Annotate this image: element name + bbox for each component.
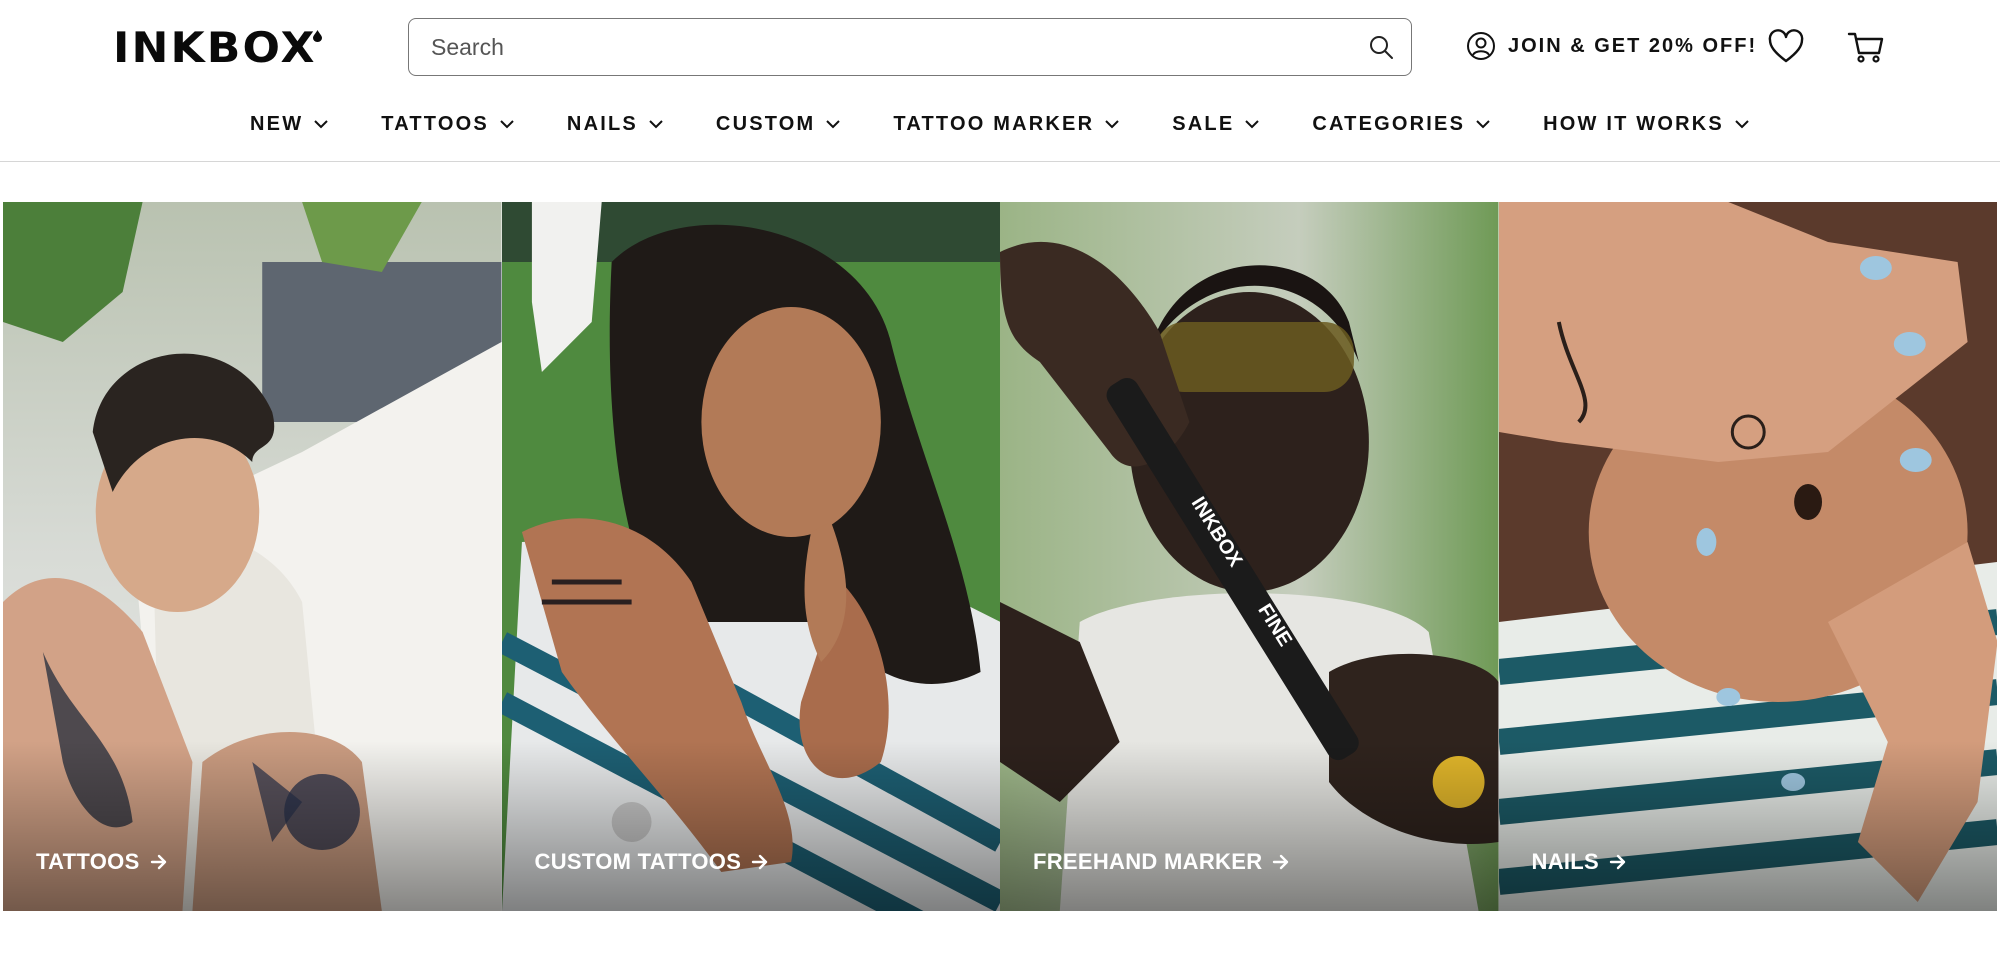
inkbox-logo[interactable]: INKBOX xyxy=(113,23,322,72)
logo-wordmark: INKBOX xyxy=(113,23,317,72)
tile-cta[interactable]: NAILS xyxy=(1532,849,1628,875)
chevron-down-icon xyxy=(1476,120,1490,129)
join-rewards-link[interactable]: JOIN & GET 20% OFF! xyxy=(1466,28,1757,64)
search-bar xyxy=(408,18,1412,76)
nav-label: SALE xyxy=(1172,112,1235,135)
tile-label: CUSTOM TATTOOS xyxy=(534,849,742,874)
arrow-right-icon xyxy=(150,854,166,870)
nav-label: CATEGORIES xyxy=(1312,112,1466,135)
nav-item-tattoo-marker[interactable]: TATTOO MARKER xyxy=(893,104,1120,144)
wishlist-button[interactable] xyxy=(1766,28,1806,66)
tile-cta[interactable]: TATTOOS xyxy=(36,849,168,875)
nav-item-new[interactable]: NEW xyxy=(250,104,329,144)
tile-shade xyxy=(1498,741,1997,911)
user-circle-icon xyxy=(1467,32,1495,60)
search-button[interactable] xyxy=(1351,19,1411,75)
nav-item-categories[interactable]: CATEGORIES xyxy=(1312,104,1491,144)
category-tiles: TATTOOS CUSTOM TATTOOS INKBOX FINE FREEH… xyxy=(3,202,1997,911)
nav-label: HOW IT WORKS xyxy=(1543,112,1724,135)
main-nav: NEW TATTOOS NAILS CUSTOM TATTOO MARKER S… xyxy=(0,104,2000,144)
search-input[interactable] xyxy=(409,19,1351,75)
chevron-down-icon xyxy=(1245,120,1260,129)
arrow-right-icon xyxy=(1609,854,1626,870)
tile-label: FREEHAND MARKER xyxy=(1033,849,1263,874)
search-icon xyxy=(1370,36,1393,59)
nav-label: CUSTOM xyxy=(715,112,816,135)
chevron-down-icon xyxy=(1735,120,1749,129)
chevron-down-icon xyxy=(826,120,841,129)
tile-freehand-marker[interactable]: INKBOX FINE FREEHAND MARKER xyxy=(1000,202,1499,911)
nav-item-sale[interactable]: SALE xyxy=(1172,104,1260,144)
cart-button[interactable] xyxy=(1846,28,1886,66)
tile-shade xyxy=(1000,741,1499,911)
cart-icon xyxy=(1847,32,1884,63)
nav-item-custom[interactable]: CUSTOM xyxy=(716,104,842,144)
chevron-down-icon xyxy=(1105,120,1119,129)
nav-label: TATTOO MARKER xyxy=(893,112,1095,135)
nav-label: NEW xyxy=(250,112,304,135)
chevron-down-icon xyxy=(649,120,663,129)
tile-custom-tattoos[interactable]: CUSTOM TATTOOS xyxy=(501,202,1000,911)
tile-shade xyxy=(501,741,1000,911)
arrow-right-icon xyxy=(1273,854,1289,870)
site-header: INKBOX JOIN & GET 20% OFF! xyxy=(0,0,2000,162)
arrow-right-icon xyxy=(751,854,768,870)
tile-cta[interactable]: FREEHAND MARKER xyxy=(1033,849,1290,875)
tile-nails[interactable]: NAILS xyxy=(1498,202,1997,911)
tile-tattoos[interactable]: TATTOOS xyxy=(3,202,502,911)
tile-label: NAILS xyxy=(1531,849,1599,874)
chevron-down-icon xyxy=(500,120,514,129)
chevron-down-icon xyxy=(314,120,329,129)
heart-icon xyxy=(1768,29,1804,63)
tile-cta[interactable]: CUSTOM TATTOOS xyxy=(535,849,770,875)
nav-label: NAILS xyxy=(566,112,638,135)
tile-label: TATTOOS xyxy=(36,849,140,874)
nav-item-tattoos[interactable]: TATTOOS xyxy=(381,104,515,144)
join-label: JOIN & GET 20% OFF! xyxy=(1508,34,1758,57)
nav-item-how-it-works[interactable]: HOW IT WORKS xyxy=(1543,104,1750,144)
nav-item-nails[interactable]: NAILS xyxy=(567,104,664,144)
tile-shade xyxy=(3,741,502,911)
nav-label: TATTOOS xyxy=(381,112,489,135)
